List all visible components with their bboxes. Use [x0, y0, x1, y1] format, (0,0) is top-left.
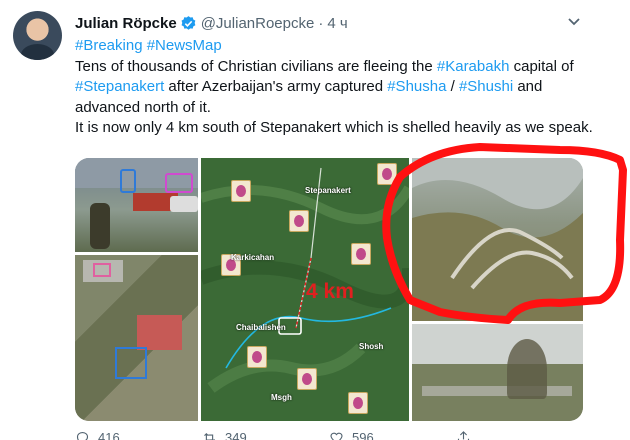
tweet-text-segment: Tens of thousands of Christian civilians… [75, 57, 437, 75]
media-grid[interactable]: Stepanakert Karkicahan Chaibalishen Shos… [75, 158, 583, 421]
like-icon [330, 432, 343, 440]
map-label-msgh: Msgh [271, 393, 292, 402]
tweet-text: #Breaking #NewsMap Tens of thousands of … [75, 36, 595, 139]
media-traffic-photo[interactable] [412, 324, 583, 421]
hashtag-link[interactable]: #Shusha [387, 78, 446, 95]
hashtag-link[interactable]: #Shushi [459, 78, 513, 95]
share-action[interactable] [456, 430, 583, 440]
tweet-actions: 416 349 596 [75, 430, 583, 440]
emblem-icon [351, 243, 371, 265]
retweet-icon [204, 432, 215, 440]
retweet-count: 349 [225, 429, 247, 440]
emblem-icon [289, 210, 309, 232]
tweet-time[interactable]: 4 ч [327, 15, 347, 32]
emblem-icon [297, 368, 317, 390]
map-label-shosh: Shosh [359, 342, 384, 351]
reply-count: 416 [98, 429, 120, 440]
media-road-photo[interactable] [412, 158, 583, 321]
verified-badge-icon [181, 15, 196, 30]
author-handle[interactable]: @JulianRoepcke [201, 15, 315, 32]
media-satellite-photo[interactable] [75, 255, 198, 421]
tweet-header: Julian Röpcke @JulianRoepcke · 4 ч [75, 12, 348, 34]
hashtag-link[interactable]: #Stepanakert [75, 78, 164, 95]
map-label-chaibalishen: Chaibalishen [236, 323, 286, 332]
retweet-action[interactable]: 349 [202, 430, 329, 440]
hashtag-link[interactable]: #Karabakh [437, 58, 510, 75]
separator-dot: · [318, 14, 324, 32]
author-name[interactable]: Julian Röpcke [75, 15, 177, 32]
share-icon [457, 430, 470, 440]
more-options-icon[interactable] [564, 14, 584, 30]
reply-icon [76, 431, 89, 440]
emblem-icon [348, 392, 368, 414]
tweet-text-segment: / [446, 78, 459, 95]
emblem-icon [377, 163, 397, 185]
emblem-icon [247, 346, 267, 368]
media-photo-soldiers[interactable] [75, 158, 198, 252]
tweet-text-segment: after Azerbaijan's army captured [164, 78, 388, 95]
reply-action[interactable]: 416 [75, 430, 202, 440]
map-label-stepanakert: Stepanakert [305, 186, 351, 195]
emblem-icon [231, 180, 251, 202]
map-label-karkicahan: Karkicahan [231, 253, 275, 262]
hashtags-line[interactable]: #Breaking #NewsMap [75, 36, 595, 57]
tweet-text-segment: capital of [509, 57, 574, 75]
like-action[interactable]: 596 [329, 430, 456, 440]
like-count: 596 [352, 429, 374, 440]
tweet-body-line2: It is now only 4 km south of Stepanakert… [75, 119, 593, 136]
author-avatar[interactable] [13, 11, 62, 60]
tweet-body-line1: Tens of thousands of Christian civilians… [75, 57, 595, 119]
distance-label: 4 km [306, 280, 354, 303]
media-map[interactable]: Stepanakert Karkicahan Chaibalishen Shos… [201, 158, 409, 421]
